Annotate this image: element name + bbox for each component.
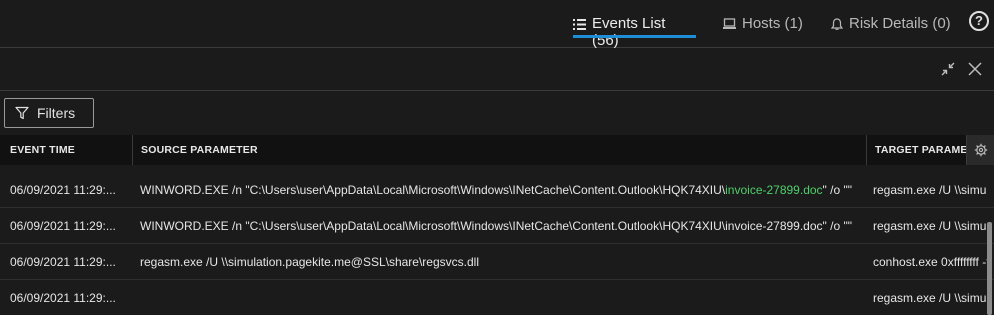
source-text: regasm.exe /U \\simulation.pagekite.me@S…	[140, 255, 479, 269]
event-time-cell: 06/09/2021 11:29:...	[10, 255, 116, 269]
panel-toolbar	[0, 49, 994, 91]
column-header-target-parameter[interactable]: TARGET PARAME	[866, 135, 966, 165]
table-row[interactable]: 06/09/2021 11:29:... regasm.exe /U \\sim…	[0, 280, 994, 315]
tab-risk-details[interactable]: Risk Details (0)	[831, 15, 951, 41]
funnel-icon	[15, 106, 29, 120]
source-parameter-cell: WINWORD.EXE /n "C:\Users\user\AppData\Lo…	[140, 208, 862, 244]
highlighted-file-name: invoice-27899.doc	[725, 183, 823, 197]
table-header: EVENT TIME SOURCE PARAMETER TARGET PARAM…	[0, 135, 994, 165]
target-parameter-cell: regasm.exe /U \\simula	[873, 219, 987, 233]
column-settings-button[interactable]	[966, 135, 994, 165]
source-text: WINWORD.EXE /n "C:\Users\user\AppData\Lo…	[140, 183, 726, 197]
table-scrollbar[interactable]	[987, 222, 992, 315]
events-table-body: 06/09/2021 11:29:... WINWORD.EXE /n "C:\…	[0, 172, 994, 315]
bell-icon	[831, 15, 843, 33]
target-parameter-cell: regasm.exe /U \\simula	[873, 291, 987, 305]
table-row[interactable]: 06/09/2021 11:29:... WINWORD.EXE /n "C:\…	[0, 208, 994, 244]
source-parameter-cell: WINWORD.EXE /n "C:\Users\user\AppData\Lo…	[140, 172, 862, 208]
tab-hosts-label: Hosts (1)	[742, 15, 803, 32]
laptop-icon	[723, 15, 736, 33]
tab-risk-label: Risk Details (0)	[849, 15, 951, 32]
event-time-cell: 06/09/2021 11:29:...	[10, 291, 116, 305]
column-header-source-parameter[interactable]: SOURCE PARAMETER	[132, 135, 866, 165]
filters-label: Filters	[37, 105, 76, 121]
top-navigation: Events List (56) Hosts (1) Risk Details …	[0, 0, 994, 49]
filters-button[interactable]: Filters	[4, 98, 94, 128]
source-parameter-cell: regasm.exe /U \\simulation.pagekite.me@S…	[140, 244, 862, 280]
target-parameter-cell: conhost.exe 0xffffffff -f	[873, 255, 987, 269]
tab-events-list[interactable]: Events List (56)	[573, 15, 696, 49]
event-time-cell: 06/09/2021 11:29:...	[10, 183, 116, 197]
source-text: WINWORD.EXE /n "C:\Users\user\AppData\Lo…	[140, 219, 852, 233]
column-header-event-time[interactable]: EVENT TIME	[2, 135, 132, 165]
source-parameter-cell	[140, 280, 862, 315]
question-circle-icon[interactable]: ?	[969, 11, 989, 31]
tab-events-label: Events List (56)	[592, 15, 666, 49]
tab-hosts[interactable]: Hosts (1)	[723, 15, 803, 41]
target-parameter-cell: regasm.exe /U \\simula	[873, 183, 987, 197]
gear-icon	[974, 143, 987, 157]
active-tab-indicator	[573, 35, 696, 38]
table-row[interactable]: 06/09/2021 11:29:... regasm.exe /U \\sim…	[0, 244, 994, 280]
list-icon	[573, 15, 586, 33]
collapse-icon[interactable]	[940, 61, 956, 77]
source-text-suffix: " /o ""	[822, 183, 853, 197]
event-time-cell: 06/09/2021 11:29:...	[10, 219, 116, 233]
close-icon[interactable]	[967, 61, 983, 77]
table-row[interactable]: 06/09/2021 11:29:... WINWORD.EXE /n "C:\…	[0, 172, 994, 208]
